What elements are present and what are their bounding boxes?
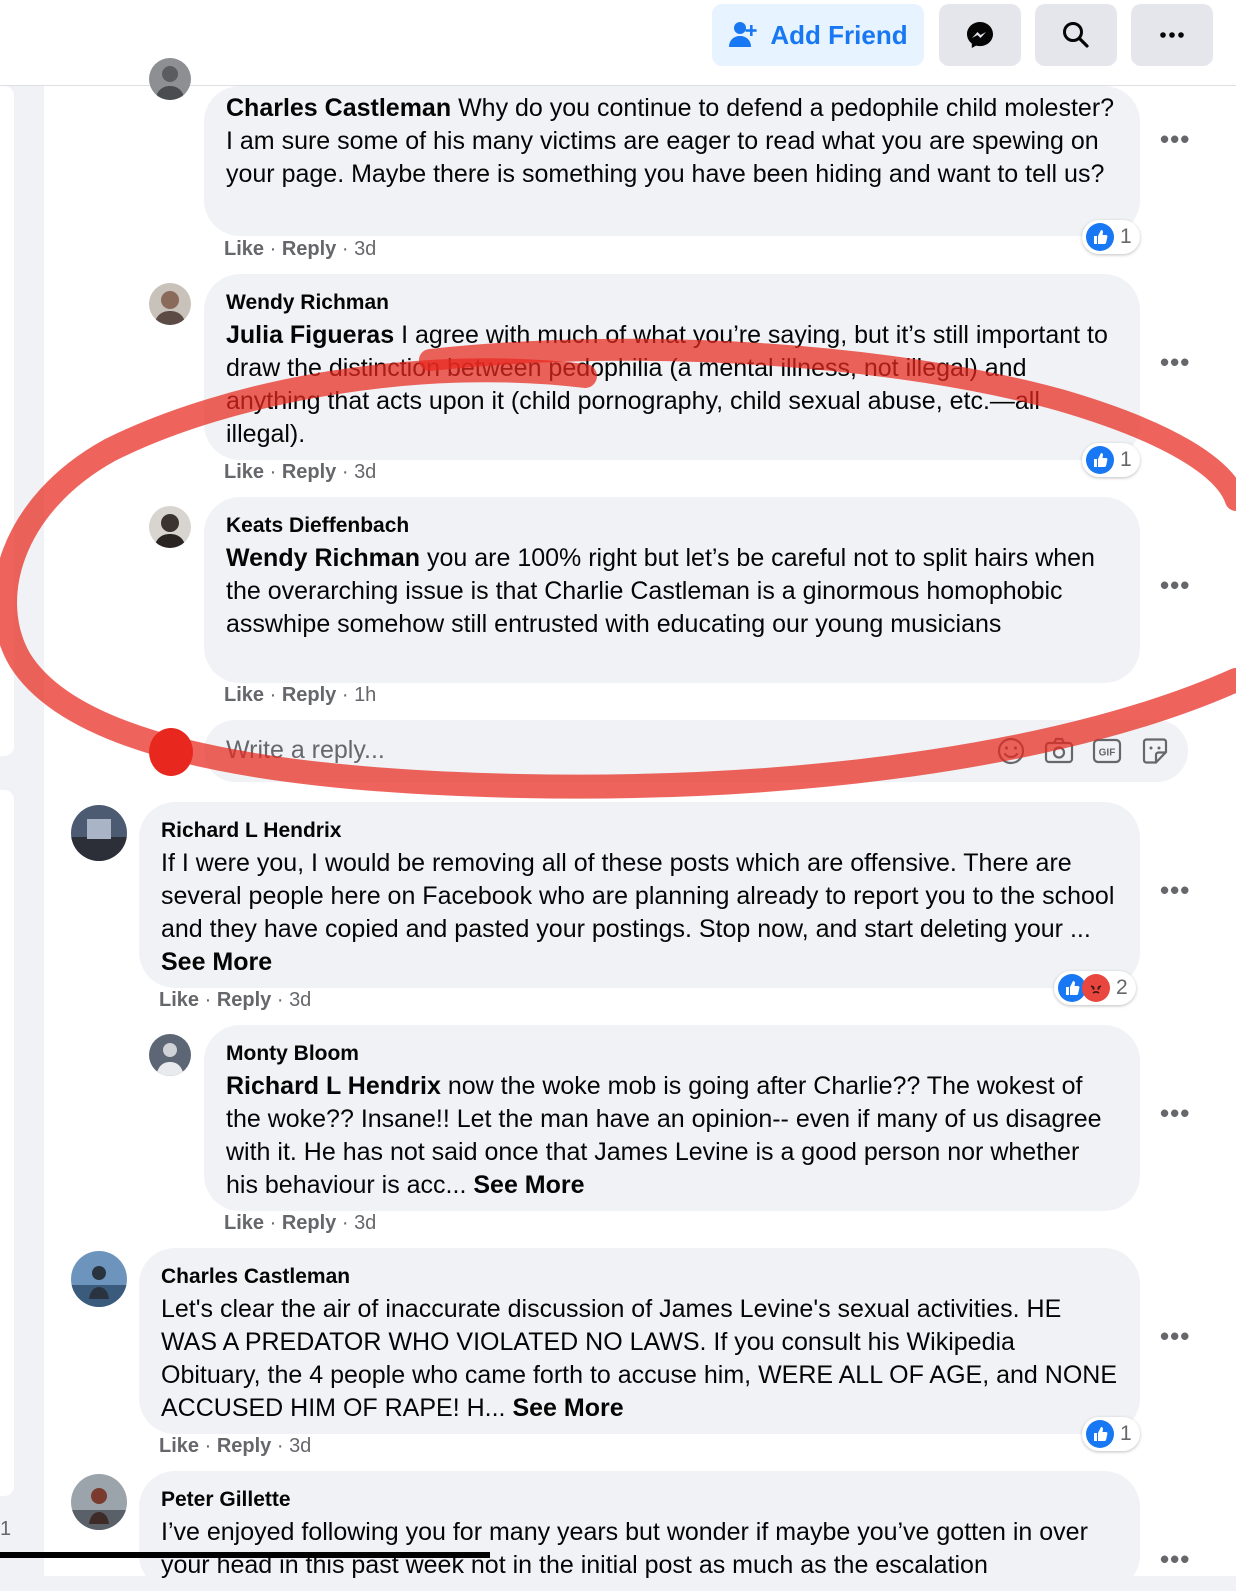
- comment-bubble: Charles Castleman Let's clear the air of…: [139, 1248, 1140, 1434]
- svg-text:GIF: GIF: [1099, 748, 1116, 759]
- avatar[interactable]: [149, 506, 191, 548]
- comment-bubble: Wendy Richman Julia Figueras I agree wit…: [204, 274, 1140, 460]
- comment-author[interactable]: Wendy Richman: [226, 288, 1118, 318]
- emoji-icon[interactable]: [994, 734, 1028, 768]
- like-link[interactable]: Like: [224, 461, 264, 483]
- like-link[interactable]: Like: [224, 684, 264, 706]
- camera-icon[interactable]: [1042, 734, 1076, 768]
- reaction-count: 1: [1120, 225, 1132, 248]
- angry-reaction-icon: [1082, 974, 1110, 1002]
- add-friend-button[interactable]: Add Friend: [712, 4, 924, 66]
- more-icon: [1160, 32, 1184, 38]
- comment-options-button[interactable]: •••: [1160, 124, 1190, 155]
- reply-link[interactable]: Reply: [282, 238, 336, 260]
- reply-link[interactable]: Reply: [282, 1212, 336, 1234]
- like-link[interactable]: Like: [224, 238, 264, 260]
- comment-time[interactable]: 3d: [354, 461, 376, 483]
- reaction-summary[interactable]: 1: [1082, 220, 1140, 254]
- like-link[interactable]: Like: [224, 1212, 264, 1234]
- comment-text: I’ve enjoyed following you for many year…: [161, 1518, 1088, 1579]
- comment-bubble: Keats Dieffenbach Wendy Richman you are …: [204, 497, 1140, 683]
- comment-time[interactable]: 1h: [354, 684, 376, 706]
- like-link[interactable]: Like: [159, 1435, 199, 1457]
- reaction-count: 2: [1116, 976, 1128, 999]
- messenger-icon: [967, 22, 993, 48]
- search-icon: [1063, 22, 1089, 48]
- avatar[interactable]: [71, 1474, 127, 1530]
- red-dot-annotation: [149, 728, 193, 776]
- comment-options-button[interactable]: •••: [1160, 875, 1190, 906]
- see-more-link[interactable]: See More: [473, 1171, 584, 1199]
- reply-placeholder: Write a reply...: [226, 736, 385, 764]
- comment-options-button[interactable]: •••: [1160, 1321, 1190, 1352]
- comment-author[interactable]: Keats Dieffenbach: [226, 511, 1118, 541]
- comment-actions: Like · Reply · 3d: [224, 238, 377, 260]
- like-reaction-icon: [1086, 223, 1114, 251]
- comment-options-button[interactable]: •••: [1160, 347, 1190, 378]
- reply-link[interactable]: Reply: [282, 684, 336, 706]
- add-friend-label: Add Friend: [770, 19, 908, 50]
- like-link[interactable]: Like: [159, 989, 199, 1011]
- comment-bubble: Monty Bloom Richard L Hendrix now the wo…: [204, 1025, 1140, 1211]
- comment-actions: Like · Reply · 3d: [224, 461, 377, 483]
- comment-mention[interactable]: Wendy Richman: [226, 544, 420, 572]
- comment-author[interactable]: Charles Castleman: [161, 1262, 1118, 1292]
- like-reaction-icon: [1086, 1420, 1114, 1448]
- message-button[interactable]: [939, 4, 1021, 66]
- reaction-count: 1: [1120, 448, 1132, 471]
- comment-mention[interactable]: Julia Figueras: [226, 321, 394, 349]
- comment-bubble: Charles Castleman Why do you continue to…: [204, 86, 1140, 236]
- comment-actions: Like · Reply · 3d: [159, 1435, 312, 1457]
- reply-link[interactable]: Reply: [217, 989, 271, 1011]
- left-column-card: [0, 790, 14, 1496]
- bottom-edge-bar: [0, 1552, 490, 1558]
- left-edge-number: 1: [0, 1518, 12, 1540]
- reply-input[interactable]: Write a reply... GIF: [204, 720, 1188, 782]
- comment-time[interactable]: 3d: [289, 989, 311, 1011]
- avatar[interactable]: [149, 283, 191, 325]
- comment-mention[interactable]: Richard L Hendrix: [226, 1072, 441, 1100]
- reaction-count: 1: [1120, 1422, 1132, 1445]
- comment-text: Let's clear the air of inaccurate discus…: [161, 1295, 1117, 1422]
- search-button[interactable]: [1035, 4, 1117, 66]
- comment-options-button[interactable]: •••: [1160, 1098, 1190, 1129]
- comment-time[interactable]: 3d: [354, 238, 376, 260]
- like-reaction-icon: [1086, 446, 1114, 474]
- comment-options-button[interactable]: •••: [1160, 570, 1190, 601]
- reaction-summary[interactable]: 1: [1082, 1417, 1140, 1451]
- avatar[interactable]: [71, 1251, 127, 1307]
- reaction-summary[interactable]: 1: [1082, 443, 1140, 477]
- see-more-link[interactable]: See More: [512, 1394, 623, 1422]
- add-person-icon: [729, 22, 757, 47]
- comment-time[interactable]: 3d: [354, 1212, 376, 1234]
- avatar[interactable]: [149, 58, 191, 100]
- reply-link[interactable]: Reply: [217, 1435, 271, 1457]
- sticker-icon[interactable]: [1138, 734, 1172, 768]
- comment-author[interactable]: Richard L Hendrix: [161, 816, 1118, 846]
- reply-link[interactable]: Reply: [282, 461, 336, 483]
- see-more-link[interactable]: See More: [161, 948, 272, 976]
- comment-author[interactable]: Monty Bloom: [226, 1039, 1118, 1069]
- comment-bubble: Richard L Hendrix If I were you, I would…: [139, 802, 1140, 988]
- avatar[interactable]: [149, 1034, 191, 1076]
- more-options-button[interactable]: [1131, 4, 1213, 66]
- comment-mention[interactable]: Charles Castleman: [226, 94, 451, 122]
- comment-actions: Like · Reply · 3d: [224, 1212, 377, 1234]
- reaction-summary[interactable]: 2: [1054, 971, 1136, 1005]
- comment-options-button[interactable]: •••: [1160, 1544, 1190, 1575]
- gif-icon[interactable]: GIF: [1090, 734, 1124, 768]
- avatar[interactable]: [71, 805, 127, 861]
- comment-actions: Like · Reply · 1h: [224, 684, 377, 706]
- comment-text: If I were you, I would be removing all o…: [161, 849, 1115, 943]
- comment-author[interactable]: Peter Gillette: [161, 1485, 1118, 1515]
- comment-time[interactable]: 3d: [289, 1435, 311, 1457]
- left-column-card: [0, 86, 14, 756]
- comment-actions: Like · Reply · 3d: [159, 989, 312, 1011]
- comment-bubble: Peter Gillette I’ve enjoyed following yo…: [139, 1471, 1140, 1591]
